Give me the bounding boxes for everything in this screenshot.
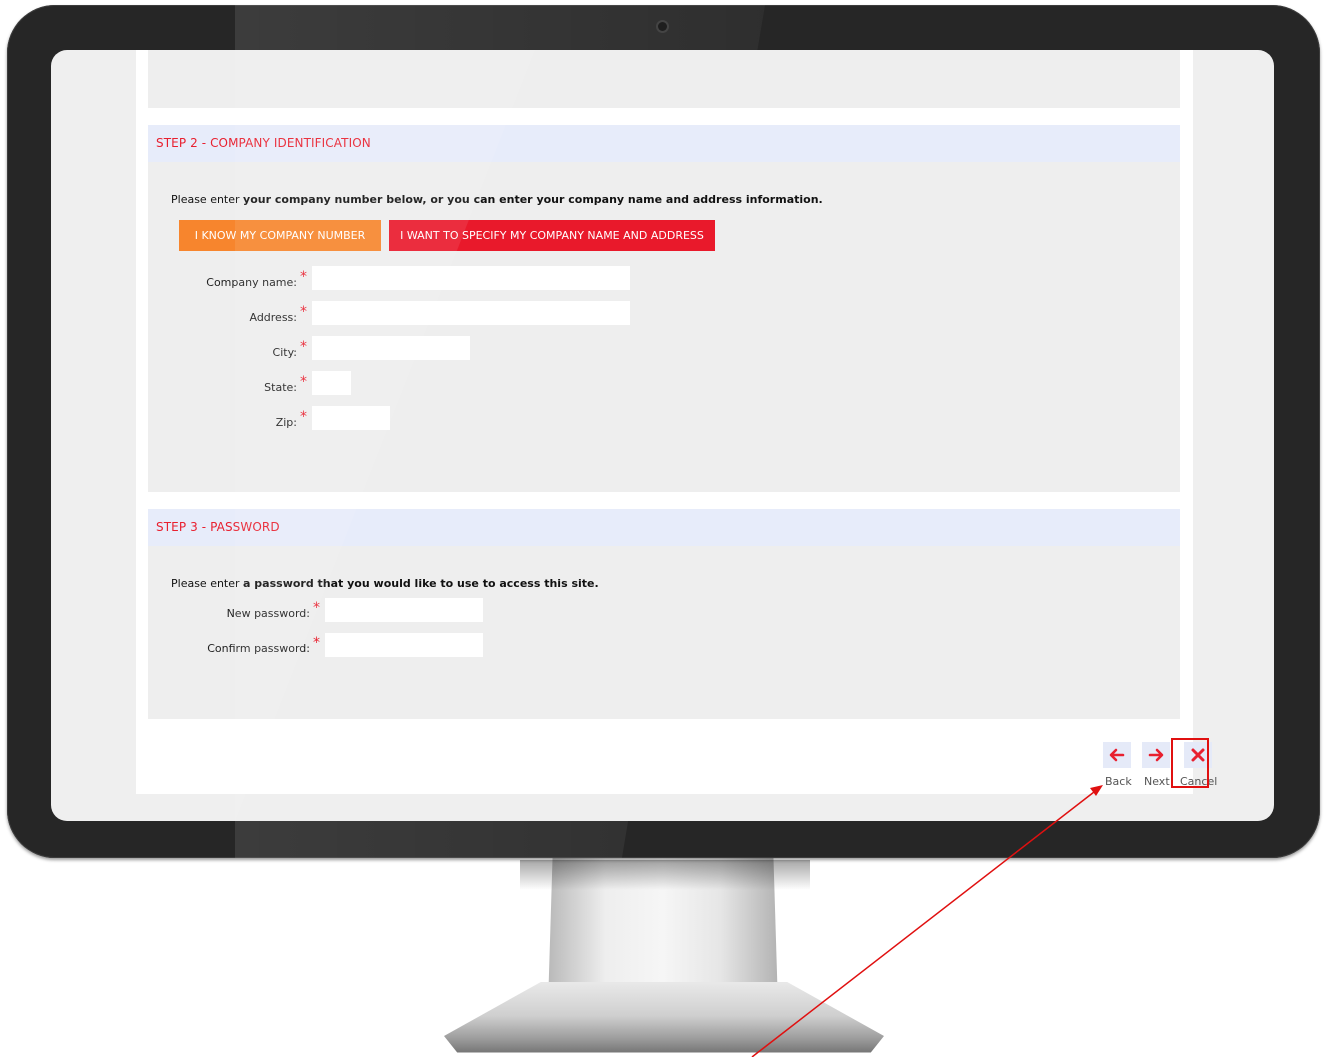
city-label: City:	[272, 346, 297, 359]
arrow-left-icon	[1109, 748, 1125, 762]
arrow-right-icon	[1148, 748, 1164, 762]
required-marker: *	[300, 339, 307, 355]
required-marker: *	[300, 409, 307, 425]
address-input[interactable]	[312, 301, 630, 325]
company-number-button[interactable]: I KNOW MY COMPANY NUMBER	[179, 220, 381, 251]
cancel-label[interactable]: Cancel	[1180, 775, 1217, 788]
step2-panel	[148, 162, 1180, 492]
new-password-input[interactable]	[325, 598, 483, 622]
step1-panel-bottom	[148, 50, 1180, 108]
registration-page: STEP 2 - COMPANY IDENTIFICATION Please e…	[136, 50, 1217, 794]
webcam-icon	[658, 22, 667, 31]
back-label[interactable]: Back	[1105, 775, 1132, 788]
state-label: State:	[264, 381, 297, 394]
required-marker: *	[313, 635, 320, 651]
step2-header: STEP 2 - COMPANY IDENTIFICATION	[148, 125, 1180, 162]
required-marker: *	[300, 269, 307, 285]
monitor-bezel: STEP 2 - COMPANY IDENTIFICATION Please e…	[7, 5, 1320, 858]
required-marker: *	[300, 304, 307, 320]
next-label[interactable]: Next	[1144, 775, 1170, 788]
confirm-password-label: Confirm password:	[207, 642, 310, 655]
city-input[interactable]	[312, 336, 470, 360]
company-name-label: Company name:	[206, 276, 297, 289]
close-x-icon	[1191, 748, 1205, 762]
step2-instructions-bold: your company number below, or you can en…	[243, 193, 823, 206]
required-marker: *	[300, 374, 307, 390]
confirm-password-input[interactable]	[325, 633, 483, 657]
step2-instructions: Please enter your company number below, …	[171, 193, 823, 206]
step3-instructions-bold: a password that you would like to use to…	[243, 577, 599, 590]
state-input[interactable]	[312, 371, 351, 395]
new-password-label: New password:	[226, 607, 310, 620]
monitor-stand-shadow	[520, 860, 810, 890]
monitor-stand-base	[444, 982, 884, 1053]
monitor-screen: STEP 2 - COMPANY IDENTIFICATION Please e…	[51, 50, 1274, 821]
zip-label: Zip:	[275, 416, 297, 429]
back-button[interactable]	[1103, 742, 1131, 768]
zip-input[interactable]	[312, 406, 390, 430]
step3-instructions: Please enter a password that you would l…	[171, 577, 599, 590]
step3-header: STEP 3 - PASSWORD	[148, 509, 1180, 546]
next-button[interactable]	[1142, 742, 1170, 768]
step2-instructions-plain: Please enter	[171, 193, 244, 206]
step3-panel	[148, 546, 1180, 719]
company-name-input[interactable]	[312, 266, 630, 290]
address-label: Address:	[249, 311, 297, 324]
company-name-address-button[interactable]: I WANT TO SPECIFY MY COMPANY NAME AND AD…	[389, 220, 715, 251]
step3-instructions-plain: Please enter	[171, 577, 244, 590]
cancel-button[interactable]	[1184, 742, 1212, 768]
required-marker: *	[313, 600, 320, 616]
